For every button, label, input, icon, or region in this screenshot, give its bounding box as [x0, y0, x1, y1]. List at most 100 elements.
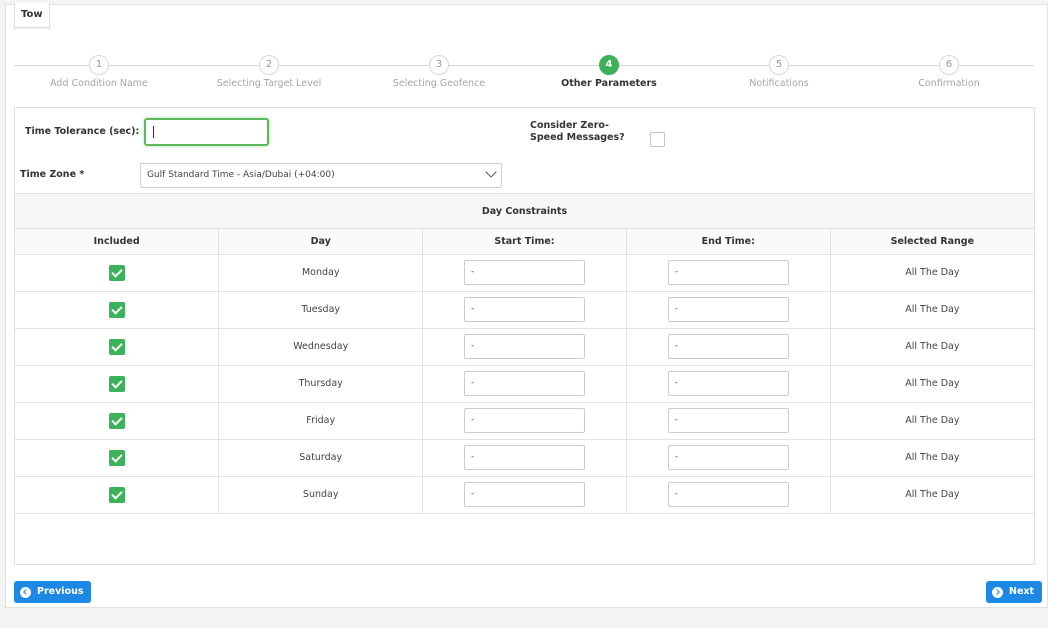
day-cell: Tuesday — [218, 290, 424, 329]
previous-button[interactable]: Previous — [14, 581, 92, 603]
column-header: Day — [218, 229, 424, 255]
step-4[interactable]: 4 Other Parameters — [524, 55, 694, 89]
end-time-cell: - — [625, 401, 831, 440]
step-number: 4 — [599, 55, 619, 75]
start-time-cell: - — [422, 401, 627, 440]
step-number: 2 — [259, 55, 279, 75]
step-number: 6 — [939, 55, 959, 75]
selected-range-cell: All The Day — [829, 253, 1034, 292]
time-tolerance-input[interactable] — [144, 118, 269, 146]
end-time-cell: - — [625, 475, 831, 514]
day-cell: Wednesday — [218, 327, 424, 366]
selected-range-cell: All The Day — [829, 327, 1034, 366]
arrow-left-circle-icon — [20, 586, 31, 598]
step-label: Selecting Target Level — [216, 78, 322, 89]
end-time-cell: - — [625, 327, 831, 366]
column-header: Start Time: — [422, 229, 627, 255]
next-button-label: Next — [1009, 586, 1035, 597]
zero-speed-label: Consider Zero-Speed Messages? — [530, 120, 625, 143]
end-time-cell: - — [625, 364, 831, 403]
column-header: Included — [15, 229, 220, 255]
end-time-input[interactable]: - — [667, 371, 789, 396]
start-time-input[interactable]: - — [463, 482, 585, 507]
chevron-down-icon — [485, 166, 497, 178]
selected-range-cell: All The Day — [829, 475, 1034, 514]
zero-speed-checkbox[interactable] — [650, 132, 665, 147]
end-time-cell: - — [625, 253, 831, 292]
other-parameters-form: Time Tolerance (sec): Consider Zero-Spee… — [14, 107, 1035, 565]
time-tolerance-label: Time Tolerance (sec): — [25, 126, 140, 137]
step-label: Notifications — [749, 78, 809, 89]
start-time-input[interactable]: - — [463, 408, 585, 433]
included-checkbox[interactable] — [108, 338, 125, 355]
next-button[interactable]: Next — [986, 581, 1043, 603]
start-time-cell: - — [422, 253, 627, 292]
start-time-input[interactable]: - — [463, 297, 585, 322]
step-5[interactable]: 5 Notifications — [694, 55, 864, 89]
end-time-input[interactable]: - — [667, 334, 789, 359]
start-time-cell: - — [422, 364, 627, 403]
previous-button-label: Previous — [37, 586, 84, 597]
day-constraints-title: Day Constraints — [15, 193, 1034, 229]
selected-range-cell: All The Day — [829, 438, 1034, 477]
text-caret — [153, 126, 154, 138]
table-row: Tuesday - - All The Day — [15, 290, 1034, 329]
column-header: Selected Range — [829, 229, 1034, 255]
included-cell — [15, 364, 220, 403]
selected-range-cell: All The Day — [829, 290, 1034, 329]
start-time-cell: - — [422, 475, 627, 514]
time-zone-select[interactable]: Gulf Standard Time - Asia/Dubai (+04:00) — [140, 163, 502, 188]
table-row: Saturday - - All The Day — [15, 438, 1034, 477]
day-constraints-table: Included Day Start Time: End Time: Selected … — [15, 229, 1034, 514]
table-row: Thursday - - All The Day — [15, 364, 1034, 403]
step-label: Add Condition Name — [50, 78, 148, 89]
included-checkbox[interactable] — [108, 486, 125, 503]
day-cell: Monday — [218, 253, 424, 292]
included-checkbox[interactable] — [108, 264, 125, 281]
included-checkbox[interactable] — [108, 301, 125, 318]
end-time-input[interactable]: - — [667, 482, 789, 507]
table-row: Monday - - All The Day — [15, 253, 1034, 292]
start-time-input[interactable]: - — [463, 371, 585, 396]
included-checkbox[interactable] — [108, 412, 125, 429]
table-row: Sunday - - All The Day — [15, 475, 1034, 514]
included-cell — [15, 438, 220, 477]
end-time-input[interactable]: - — [667, 408, 789, 433]
time-zone-label: Time Zone * — [20, 169, 85, 180]
day-cell: Saturday — [218, 438, 424, 477]
arrow-right-circle-icon — [992, 586, 1003, 598]
end-time-cell: - — [625, 438, 831, 477]
selected-range-cell: All The Day — [829, 401, 1034, 440]
wizard-stepper: 1 Add Condition Name 2 Selecting Target Lev… — [14, 55, 1034, 95]
included-cell — [15, 475, 220, 514]
table-row: Wednesday - - All The Day — [15, 327, 1034, 366]
end-time-cell: - — [625, 290, 831, 329]
step-label: Selecting Geofence — [392, 78, 486, 89]
tab-tow[interactable]: Tow — [14, 3, 50, 28]
step-2[interactable]: 2 Selecting Target Level — [184, 55, 354, 89]
start-time-input[interactable]: - — [463, 260, 585, 285]
included-cell — [15, 253, 220, 292]
start-time-input[interactable]: - — [463, 334, 585, 359]
step-label: Confirmation — [918, 78, 980, 89]
start-time-cell: - — [422, 327, 627, 366]
time-zone-value: Gulf Standard Time - Asia/Dubai (+04:00) — [147, 170, 335, 180]
included-checkbox[interactable] — [108, 449, 125, 466]
step-1[interactable]: 1 Add Condition Name — [14, 55, 184, 89]
step-number: 3 — [429, 55, 449, 75]
end-time-input[interactable]: - — [667, 445, 789, 470]
step-3[interactable]: 3 Selecting Geofence — [354, 55, 524, 89]
start-time-cell: - — [422, 290, 627, 329]
step-6[interactable]: 6 Confirmation — [864, 55, 1034, 89]
column-header: End Time: — [625, 229, 831, 255]
start-time-input[interactable]: - — [463, 445, 585, 470]
included-cell — [15, 327, 220, 366]
step-number: 1 — [89, 55, 109, 75]
start-time-cell: - — [422, 438, 627, 477]
included-checkbox[interactable] — [108, 375, 125, 392]
included-cell — [15, 290, 220, 329]
included-cell — [15, 401, 220, 440]
step-label: Other Parameters — [561, 78, 657, 89]
end-time-input[interactable]: - — [667, 297, 789, 322]
end-time-input[interactable]: - — [667, 260, 789, 285]
